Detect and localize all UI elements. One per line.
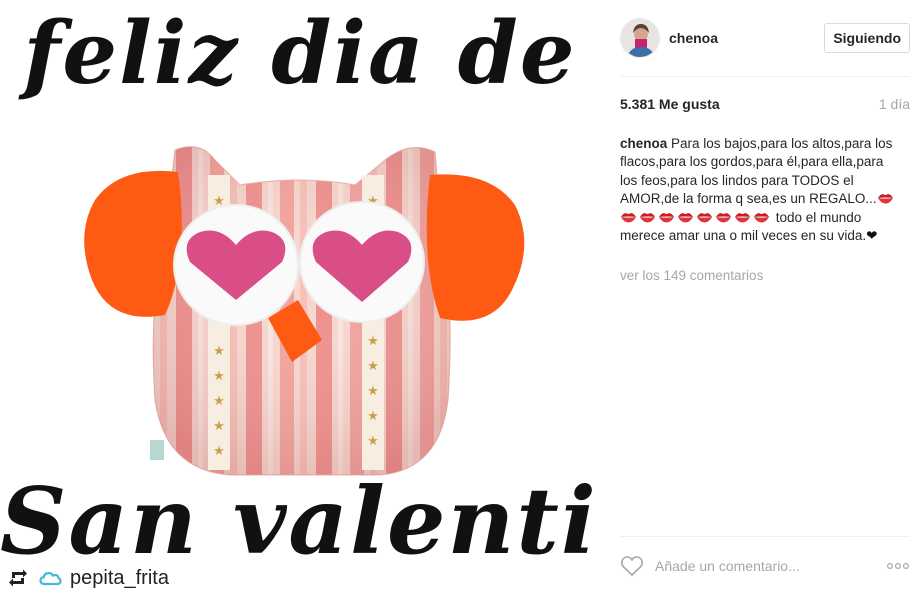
post-stats: 5.381 Me gusta 1 día: [620, 96, 910, 112]
more-options-icon[interactable]: [886, 562, 910, 570]
post-title-bottom: San valentin: [0, 467, 600, 575]
avatar-image: [621, 19, 659, 57]
avatar[interactable]: [620, 18, 660, 58]
lips-emoji-icon: [697, 212, 712, 223]
svg-text:★: ★: [213, 344, 225, 359]
lips-emoji-icon: [678, 212, 693, 223]
comment-input[interactable]: [655, 558, 865, 574]
caption-username[interactable]: chenoa: [620, 136, 667, 151]
lips-emoji-icon: [621, 212, 636, 223]
fabric-tag: [150, 440, 164, 460]
svg-text:★: ★: [367, 359, 379, 374]
post-header: chenoa Siguiendo: [620, 16, 910, 60]
svg-text:★: ★: [367, 334, 379, 349]
lips-emoji-icon: [716, 212, 731, 223]
repost-username[interactable]: pepita_frita: [70, 566, 169, 590]
lips-emoji-icon: [754, 212, 769, 223]
lips-emoji-icon: [640, 212, 655, 223]
left-wing: [84, 170, 182, 317]
lips-emoji-icon: [659, 212, 674, 223]
right-wing: [426, 174, 525, 321]
svg-text:★: ★: [213, 419, 225, 434]
svg-text:★: ★: [213, 394, 225, 409]
svg-text:★: ★: [213, 444, 225, 459]
heart-outline-icon[interactable]: [620, 555, 644, 577]
post-image[interactable]: ★ ★ ★ ★ ★ ★ ★ ★ ★ ★ ★ ★ ★ feliz dia: [0, 0, 600, 595]
post-sidebar: chenoa Siguiendo 5.381 Me gusta 1 día ch…: [600, 0, 915, 595]
svg-text:★: ★: [367, 434, 379, 449]
comment-bar: [620, 552, 910, 580]
heart-emoji: ❤: [866, 228, 878, 244]
post-caption: chenoa Para los bajos,para los altos,par…: [620, 135, 898, 245]
svg-text:★: ★: [367, 384, 379, 399]
lips-emoji-icon: [877, 194, 893, 204]
username[interactable]: chenoa: [669, 30, 718, 46]
repost-icon: [9, 569, 27, 587]
repost-attribution: pepita_frita: [6, 564, 175, 592]
comment-divider: [620, 536, 910, 537]
header-divider: [620, 76, 910, 77]
cloud-icon: [39, 571, 62, 586]
svg-text:★: ★: [213, 369, 225, 384]
lips-emoji-icon: [735, 212, 750, 223]
svg-text:★: ★: [367, 409, 379, 424]
following-button[interactable]: Siguiendo: [824, 23, 910, 53]
likes-count[interactable]: 5.381 Me gusta: [620, 96, 720, 112]
view-all-comments-link[interactable]: ver los 149 comentarios: [620, 268, 763, 283]
post-title-top: feliz dia de: [23, 3, 577, 104]
post-time[interactable]: 1 día: [879, 96, 910, 112]
